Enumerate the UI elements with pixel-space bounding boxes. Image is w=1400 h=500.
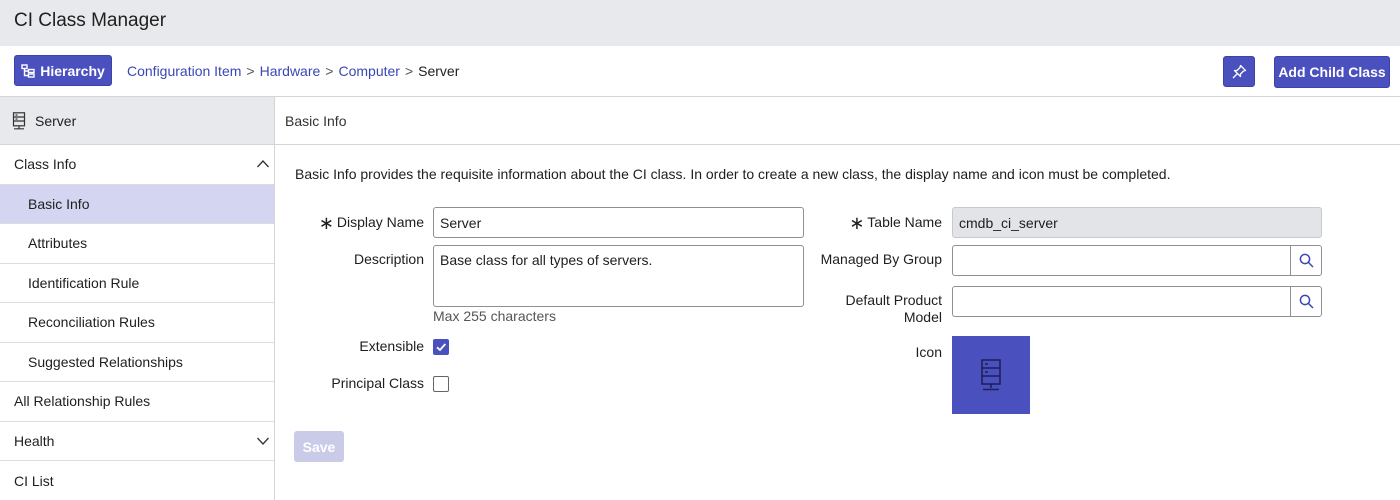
sidebar-item-reconciliation-rules[interactable]: Reconciliation Rules: [0, 303, 274, 343]
sidebar-item-label: Attributes: [28, 235, 88, 252]
server-icon: [981, 359, 1001, 391]
server-icon: [12, 111, 26, 129]
default-product-model-label: Default Product Model: [800, 292, 943, 326]
sidebar-item-label: Class Info: [14, 156, 77, 173]
default-product-model-input[interactable]: [952, 286, 1290, 317]
breadcrumb-computer[interactable]: Computer: [338, 63, 399, 79]
default-product-model-search-button[interactable]: [1290, 286, 1322, 317]
sidebar: Server Class Info Basic Info Attributes …: [0, 97, 275, 500]
class-icon-picker[interactable]: [952, 336, 1030, 414]
intro-text: Basic Info provides the requisite inform…: [295, 166, 1171, 182]
section-title: Basic Info: [275, 97, 1400, 145]
chevron-down-icon[interactable]: [256, 434, 270, 448]
sidebar-item-label: Reconciliation Rules: [28, 314, 155, 331]
default-product-model-label-line1: Default Product: [845, 292, 943, 308]
sidebar-header-label: Server: [35, 112, 77, 129]
description-label: Description: [353, 251, 424, 267]
breadcrumb-separator: >: [325, 63, 334, 79]
breadcrumb-separator: >: [404, 63, 414, 79]
principal-class-checkbox[interactable]: [433, 376, 449, 392]
display-name-label: ∗ Display Name: [300, 213, 424, 234]
managed-by-group-search-button[interactable]: [1290, 245, 1322, 276]
sidebar-item-identification-rule[interactable]: Identification Rule: [0, 264, 274, 303]
hierarchy-icon: [21, 63, 35, 78]
chevron-up-icon[interactable]: [256, 157, 270, 171]
sidebar-item-label: All Relationship Rules: [14, 393, 151, 410]
principal-class-label: Principal Class: [331, 375, 424, 391]
sidebar-item-class-info[interactable]: Class Info: [0, 145, 274, 185]
breadcrumb-configuration-item[interactable]: Configuration Item: [127, 63, 241, 79]
check-icon: [436, 343, 446, 352]
toolbar: Hierarchy Configuration Item > Hardware > Co…: [0, 46, 1400, 97]
breadcrumb-separator: >: [246, 63, 255, 79]
managed-by-group-input[interactable]: [952, 245, 1290, 276]
table-name-field: [952, 207, 1322, 238]
sidebar-item-label: CI List: [14, 472, 54, 489]
breadcrumb-hardware[interactable]: Hardware: [260, 63, 321, 79]
sidebar-header: Server: [0, 97, 274, 145]
required-asterisk: ∗: [318, 213, 334, 233]
sidebar-item-label: Identification Rule: [28, 274, 140, 291]
search-icon: [1299, 294, 1314, 309]
table-name-label-text: Table Name: [867, 214, 942, 230]
sidebar-item-health[interactable]: Health: [0, 422, 274, 461]
sidebar-item-label: Health: [14, 432, 55, 449]
description-textarea[interactable]: Base class for all types of servers.: [433, 245, 804, 307]
add-child-class-button[interactable]: Add Child Class: [1274, 56, 1390, 88]
search-icon: [1299, 253, 1314, 268]
sidebar-item-attributes[interactable]: Attributes: [0, 224, 274, 264]
description-hint: Max 255 characters: [433, 308, 556, 324]
managed-by-group-lookup: [952, 245, 1322, 276]
pin-icon: [1232, 64, 1247, 78]
app-header: CI Class Manager: [0, 0, 1400, 46]
default-product-model-label-line2: Model: [903, 309, 942, 325]
sidebar-item-label: Suggested Relationships: [28, 353, 183, 370]
sidebar-item-label: Basic Info: [28, 195, 90, 212]
save-button[interactable]: Save: [294, 431, 344, 462]
icon-label: Icon: [915, 344, 942, 360]
pin-button[interactable]: [1223, 56, 1255, 87]
extensible-checkbox[interactable]: [433, 339, 449, 355]
display-name-input[interactable]: [433, 207, 804, 238]
sidebar-item-all-relationship-rules[interactable]: All Relationship Rules: [0, 382, 274, 422]
app-title: CI Class Manager: [14, 10, 167, 31]
sidebar-item-basic-info[interactable]: Basic Info: [0, 184, 274, 224]
breadcrumb: Configuration Item > Hardware > Computer > Ser…: [127, 63, 459, 79]
extensible-label: Extensible: [359, 338, 424, 354]
sidebar-item-suggested-relationships[interactable]: Suggested Relationships: [0, 343, 274, 382]
default-product-model-lookup: [952, 286, 1322, 317]
hierarchy-button-label: Hierarchy: [40, 62, 105, 79]
hierarchy-button[interactable]: Hierarchy: [14, 55, 112, 86]
display-name-label-text: Display Name: [336, 214, 424, 230]
managed-by-group-label: Managed By Group: [820, 251, 942, 267]
breadcrumb-current: Server: [418, 63, 460, 79]
required-asterisk: ∗: [849, 213, 865, 233]
table-name-label: ∗ Table Name: [800, 213, 942, 234]
sidebar-item-ci-list[interactable]: CI List: [0, 461, 274, 500]
